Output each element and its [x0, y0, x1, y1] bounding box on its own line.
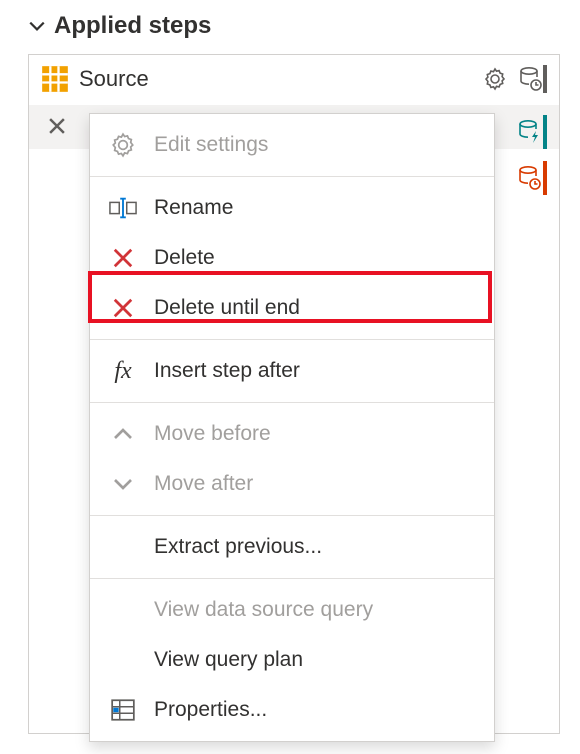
- menu-label: Delete: [154, 246, 215, 270]
- delete-step-icon[interactable]: [41, 110, 73, 142]
- menu-label: Rename: [154, 196, 233, 220]
- rename-icon: [108, 193, 138, 223]
- db-icon-column: [517, 115, 547, 195]
- menu-label: Move before: [154, 422, 271, 446]
- menu-label: Insert step after: [154, 359, 300, 383]
- blank-icon: [108, 645, 138, 675]
- menu-separator: [90, 339, 494, 340]
- menu-properties[interactable]: Properties...: [90, 685, 494, 735]
- menu-delete-until-end[interactable]: Delete until end: [90, 283, 494, 333]
- menu-label: Extract previous...: [154, 535, 322, 559]
- x-icon: [108, 243, 138, 273]
- x-icon: [108, 293, 138, 323]
- blank-icon: [108, 595, 138, 625]
- menu-separator: [90, 578, 494, 579]
- blank-icon: [108, 532, 138, 562]
- database-clock-icon[interactable]: [519, 65, 547, 93]
- panel-title: Applied steps: [54, 12, 211, 40]
- gear-icon[interactable]: [481, 65, 509, 93]
- applied-steps-header[interactable]: Applied steps: [0, 0, 580, 48]
- menu-label: View query plan: [154, 648, 303, 672]
- menu-rename[interactable]: Rename: [90, 183, 494, 233]
- step-row-source[interactable]: Source: [29, 55, 559, 103]
- steps-panel: Source: [28, 54, 560, 734]
- menu-edit-settings: Edit settings: [90, 120, 494, 170]
- chevron-down-icon: [108, 469, 138, 499]
- menu-label: Properties...: [154, 698, 267, 722]
- database-clock-icon[interactable]: [517, 161, 547, 195]
- menu-extract-previous[interactable]: Extract previous...: [90, 522, 494, 572]
- context-menu: Edit settings Rename Delete: [89, 113, 495, 742]
- menu-label: Delete until end: [154, 296, 300, 320]
- properties-icon: [108, 695, 138, 725]
- menu-separator: [90, 176, 494, 177]
- chevron-down-icon: [28, 17, 46, 35]
- menu-view-data-source-query: View data source query: [90, 585, 494, 635]
- menu-move-before: Move before: [90, 409, 494, 459]
- chevron-up-icon: [108, 419, 138, 449]
- menu-label: Edit settings: [154, 133, 268, 157]
- menu-label: View data source query: [154, 598, 373, 622]
- menu-separator: [90, 402, 494, 403]
- gear-icon: [108, 130, 138, 160]
- menu-label: Move after: [154, 472, 253, 496]
- menu-delete[interactable]: Delete: [90, 233, 494, 283]
- menu-separator: [90, 515, 494, 516]
- fx-icon: fx: [108, 356, 138, 386]
- table-icon: [41, 65, 69, 93]
- step-name-source: Source: [79, 66, 471, 92]
- menu-view-query-plan[interactable]: View query plan: [90, 635, 494, 685]
- menu-move-after: Move after: [90, 459, 494, 509]
- database-bolt-icon[interactable]: [517, 115, 547, 149]
- menu-insert-step-after[interactable]: fx Insert step after: [90, 346, 494, 396]
